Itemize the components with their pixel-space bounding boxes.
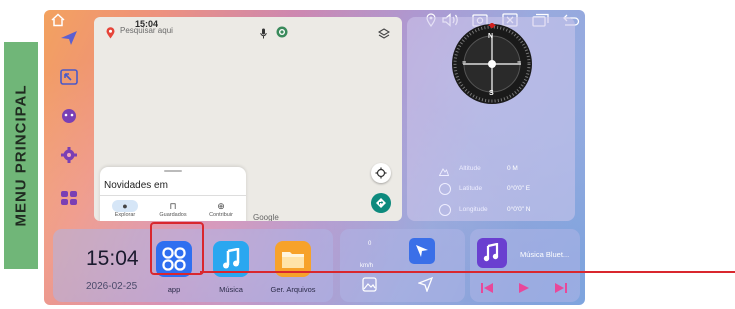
app-highlight-box [150, 222, 204, 275]
navigation-arrow-icon [416, 245, 428, 257]
game-icon[interactable] [58, 105, 80, 127]
tab-contribuir[interactable]: ⊕ Contribuir [199, 200, 243, 218]
menu-principal-label: MENU PRINCIPAL [12, 84, 30, 227]
altitude-value: 0 M [507, 165, 518, 172]
navigation-arrow-icon[interactable] [58, 27, 80, 49]
dock-date: 2026-02-25 [86, 281, 138, 292]
callout-line [200, 271, 735, 273]
navigation-button[interactable] [409, 238, 435, 264]
map-tab-bar: ● Explorar ⊓ Guardados ⊕ Contribuir [100, 200, 246, 221]
speed-value: 0 [368, 241, 372, 247]
my-location-button[interactable] [371, 163, 391, 183]
bluetooth-music-icon [477, 238, 507, 268]
gallery-icon[interactable] [362, 277, 377, 297]
music-title: Música Bluet... [520, 250, 570, 259]
compass-north: N [488, 33, 494, 40]
altitude-label: Altitude [459, 165, 481, 172]
directions-icon [376, 198, 386, 208]
map-widget[interactable]: 15:04 Pesquisar aqui Novidades em ● Expl… [94, 17, 402, 221]
sheet-handle[interactable] [164, 170, 182, 172]
app-label: app [167, 285, 181, 294]
picture-in-picture-icon[interactable] [58, 66, 80, 88]
previous-track-icon[interactable] [480, 281, 494, 299]
tab-label: Explorar [114, 212, 136, 218]
map-search-bar[interactable]: 15:04 Pesquisar aqui [100, 19, 300, 44]
longitude-icon [439, 204, 451, 216]
bookmark-icon: ⊓ [169, 201, 177, 211]
longitude-value: 0°0'0" N [507, 206, 531, 213]
latitude-icon [439, 183, 451, 195]
account-icon[interactable] [276, 25, 288, 43]
car-screen: 15:04 Pesquisar aqui Novidades em ● Expl… [44, 10, 585, 305]
longitude-label: Longitude [459, 206, 488, 213]
compass-west: ≡ [462, 60, 467, 67]
settings-gear-icon[interactable] [58, 144, 80, 166]
music-note-icon [223, 248, 240, 269]
google-attribution: Google [253, 213, 279, 221]
music-app-label: Música [219, 285, 243, 294]
compass-south: S [489, 90, 494, 97]
news-title: Novidades em [104, 180, 168, 191]
speed-card[interactable]: 0 km/h [340, 229, 465, 302]
next-track-icon[interactable] [554, 281, 568, 299]
speed-unit: km/h [360, 263, 374, 269]
maps-pin-icon [106, 26, 115, 44]
latitude-label: Latitude [459, 185, 483, 192]
apps-grid-icon[interactable] [58, 187, 80, 209]
directions-button[interactable] [371, 193, 391, 213]
latitude-value: 0°0'0" E [507, 185, 531, 192]
dock-clock: 15:04 [86, 247, 139, 270]
music-card[interactable]: Música Bluet... [470, 229, 580, 302]
compass-widget: N S ≡ ≡ Altitude 0 M Latitude 0°0'0" E L… [407, 17, 575, 221]
tab-explorar[interactable]: ● Explorar [103, 200, 147, 218]
sheet-divider [100, 195, 246, 196]
search-placeholder: Pesquisar aqui [120, 26, 173, 35]
mic-icon[interactable] [260, 26, 267, 44]
tab-label: Guardados [159, 212, 187, 218]
altitude-icon [438, 163, 450, 176]
explore-pin-icon: ● [112, 200, 138, 212]
file-manager-label: Ger. Arquivos [270, 285, 316, 294]
compass-east: ≡ [517, 60, 522, 67]
layers-icon[interactable] [377, 27, 391, 45]
tab-guardados[interactable]: ⊓ Guardados [151, 200, 195, 218]
add-circle-icon: ⊕ [217, 201, 225, 211]
news-sheet[interactable]: Novidades em ● Explorar ⊓ Guardados ⊕ Co… [100, 167, 246, 221]
my-location-icon [375, 167, 387, 179]
folder-icon [282, 252, 304, 268]
menu-principal-tab: MENU PRINCIPAL [4, 42, 38, 269]
send-arrow-icon[interactable] [417, 276, 434, 297]
tab-label: Contribuir [209, 212, 233, 218]
play-icon[interactable] [518, 281, 530, 299]
